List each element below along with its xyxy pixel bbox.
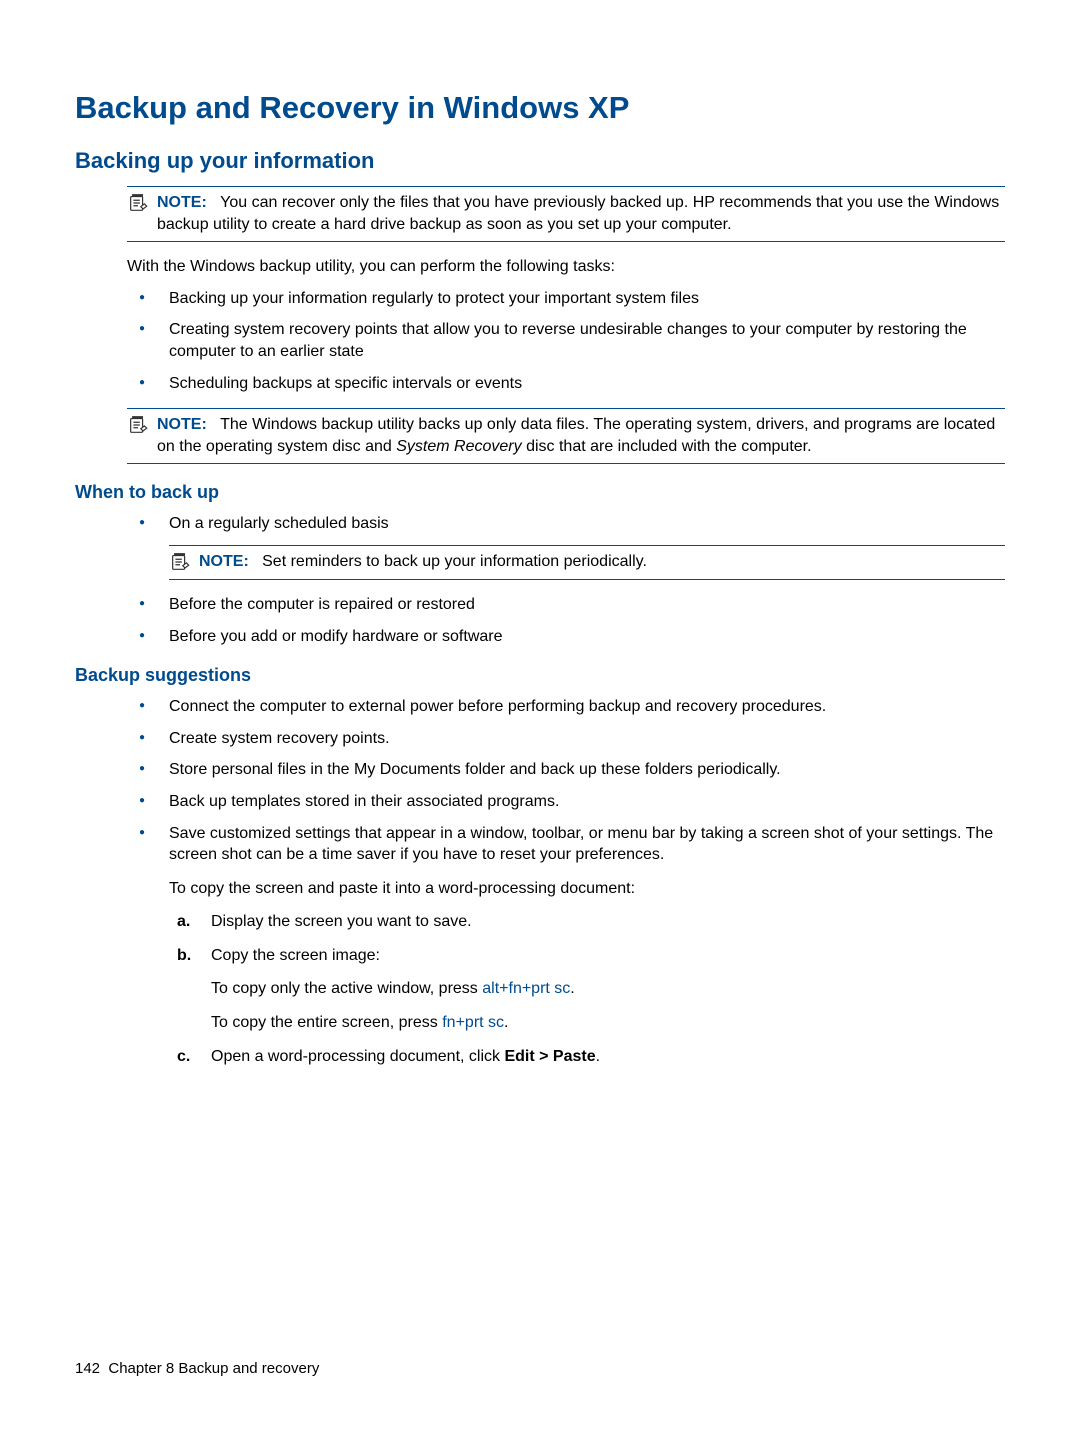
section2-content: On a regularly scheduled basis NOTE: Set… bbox=[127, 513, 1005, 647]
period: . bbox=[570, 980, 574, 997]
step-b-sub2: To copy the entire screen, press fn+prt … bbox=[211, 1012, 1005, 1034]
section-heading-backing-up: Backing up your information bbox=[75, 148, 1005, 174]
step-a: Display the screen you want to save. bbox=[169, 911, 1005, 933]
suggestions-list: Connect the computer to external power b… bbox=[127, 696, 1005, 1067]
step-c: Open a word-processing document, click E… bbox=[169, 1046, 1005, 1068]
list-item: Creating system recovery points that all… bbox=[127, 319, 1005, 362]
chapter-label: Chapter 8 Backup and recovery bbox=[108, 1360, 319, 1377]
list-item: Before you add or modify hardware or sof… bbox=[127, 626, 1005, 648]
note-label: NOTE: bbox=[199, 553, 249, 570]
intro-paragraph: With the Windows backup utility, you can… bbox=[127, 256, 1005, 278]
list-item: On a regularly scheduled basis bbox=[127, 513, 1005, 535]
step-c-before: Open a word-processing document, click bbox=[211, 1048, 504, 1065]
note-label: NOTE: bbox=[157, 416, 207, 433]
note-icon bbox=[169, 551, 199, 573]
step-b-sub1: To copy only the active window, press al… bbox=[211, 978, 1005, 1000]
page-number: 142 bbox=[75, 1360, 100, 1377]
bullet5-text: Save customized settings that appear in … bbox=[169, 825, 993, 864]
list-item: Store personal files in the My Documents… bbox=[127, 759, 1005, 781]
note-block-2: NOTE: The Windows backup utility backs u… bbox=[127, 408, 1005, 464]
note-icon bbox=[127, 192, 157, 214]
step-b-sub2-before: To copy the entire screen, press bbox=[211, 1014, 442, 1031]
when-list-top: On a regularly scheduled basis bbox=[127, 513, 1005, 535]
note-3-text: NOTE: Set reminders to back up your info… bbox=[199, 551, 1005, 573]
key-combo-1: alt+fn+prt sc bbox=[482, 980, 570, 997]
section1-content: NOTE: You can recover only the files tha… bbox=[127, 186, 1005, 464]
page-footer: 142 Chapter 8 Backup and recovery bbox=[75, 1360, 319, 1377]
list-item: Scheduling backups at specific intervals… bbox=[127, 373, 1005, 395]
key-combo-2: fn+prt sc bbox=[442, 1014, 504, 1031]
period: . bbox=[596, 1048, 600, 1065]
note-2-italic: System Recovery bbox=[396, 438, 521, 455]
period: . bbox=[504, 1014, 508, 1031]
note-1-body: You can recover only the files that you … bbox=[157, 194, 999, 233]
list-item: Connect the computer to external power b… bbox=[127, 696, 1005, 718]
note-block-1: NOTE: You can recover only the files tha… bbox=[127, 186, 1005, 242]
note-2-body-b: disc that are included with the computer… bbox=[522, 438, 812, 455]
note-2-text: NOTE: The Windows backup utility backs u… bbox=[157, 414, 1005, 457]
document-page: Backup and Recovery in Windows XP Backin… bbox=[0, 0, 1080, 1437]
note-3-body: Set reminders to back up your informatio… bbox=[262, 553, 647, 570]
steps-list: Display the screen you want to save. Cop… bbox=[169, 911, 1005, 1067]
note-label: NOTE: bbox=[157, 194, 207, 211]
step-b-text: Copy the screen image: bbox=[211, 947, 380, 964]
bullet5-subintro: To copy the screen and paste it into a w… bbox=[169, 878, 1005, 900]
tasks-list: Backing up your information regularly to… bbox=[127, 288, 1005, 394]
step-b-sub1-before: To copy only the active window, press bbox=[211, 980, 482, 997]
step-c-bold: Edit > Paste bbox=[504, 1048, 595, 1065]
section3-content: Connect the computer to external power b… bbox=[127, 696, 1005, 1067]
section-heading-when: When to back up bbox=[75, 482, 1005, 503]
list-item: Save customized settings that appear in … bbox=[127, 823, 1005, 1068]
list-item: Backing up your information regularly to… bbox=[127, 288, 1005, 310]
note-icon bbox=[127, 414, 157, 436]
page-title: Backup and Recovery in Windows XP bbox=[75, 90, 1005, 126]
section-heading-suggestions: Backup suggestions bbox=[75, 665, 1005, 686]
list-item: Back up templates stored in their associ… bbox=[127, 791, 1005, 813]
list-item: Before the computer is repaired or resto… bbox=[127, 594, 1005, 616]
when-list-bottom: Before the computer is repaired or resto… bbox=[127, 594, 1005, 647]
list-item: Create system recovery points. bbox=[127, 728, 1005, 750]
note-block-3: NOTE: Set reminders to back up your info… bbox=[169, 545, 1005, 580]
step-b: Copy the screen image: To copy only the … bbox=[169, 945, 1005, 1034]
note-1-text: NOTE: You can recover only the files tha… bbox=[157, 192, 1005, 235]
